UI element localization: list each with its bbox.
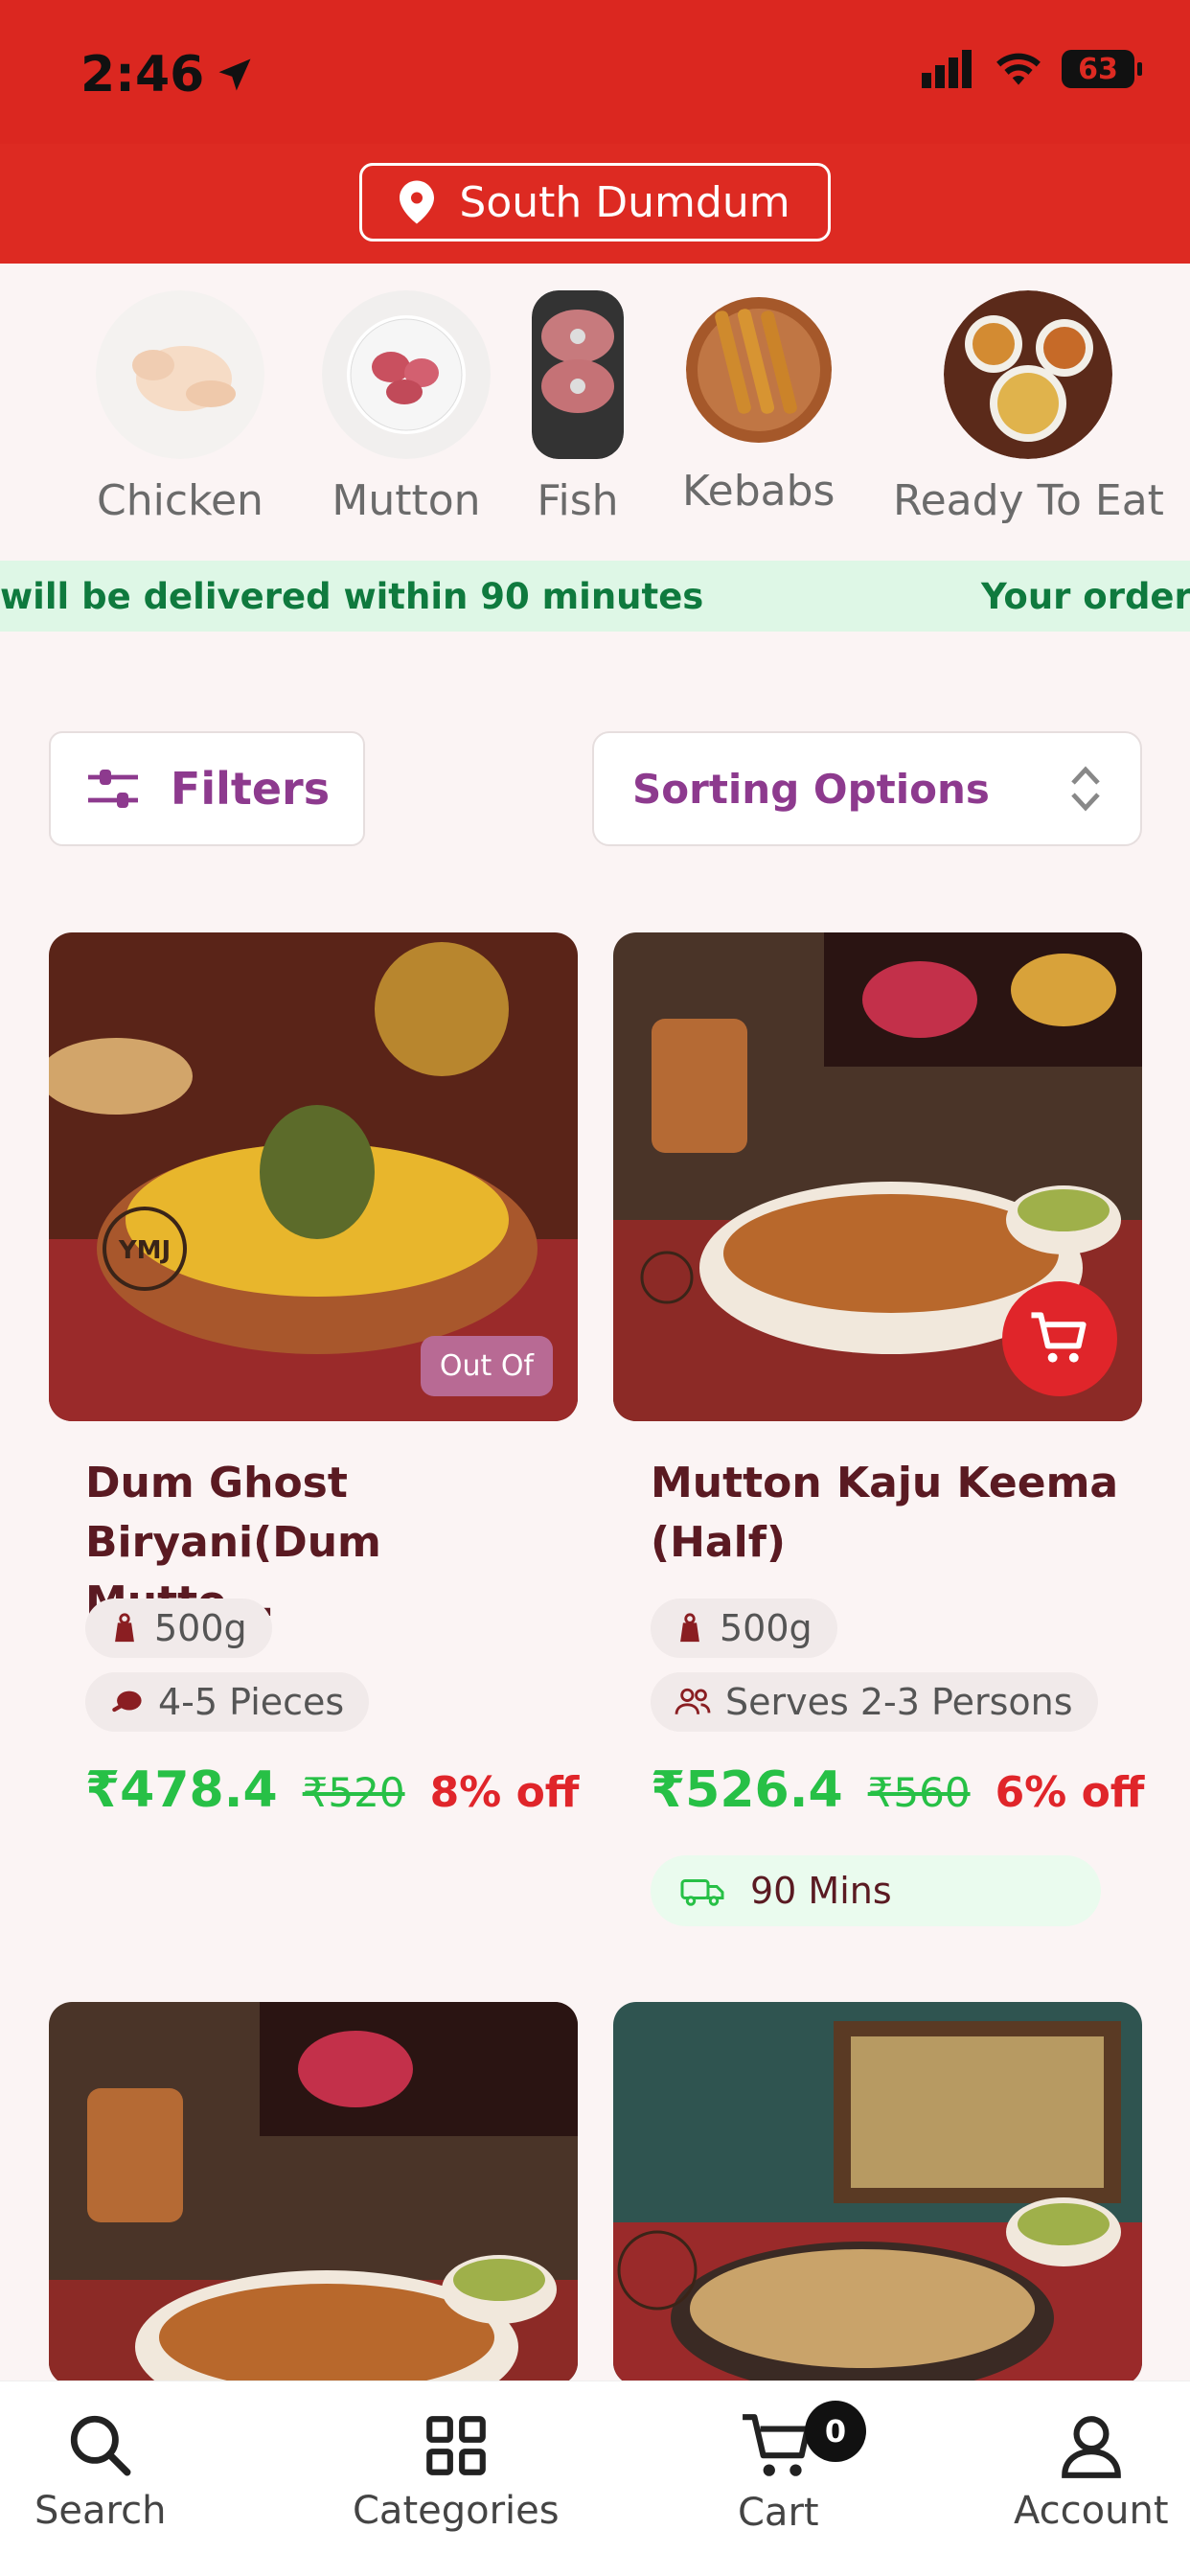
category-chicken[interactable]: Chicken [96, 290, 264, 525]
original-price: ₹560 [867, 1769, 971, 1816]
sale-price: ₹478.4 [85, 1761, 278, 1819]
cart-icon [743, 2414, 812, 2476]
nav-cart[interactable]: Cart 0 [738, 2401, 866, 2535]
filters-label: Filters [170, 763, 331, 815]
sorting-options-select[interactable]: Sorting Options [592, 731, 1142, 846]
battery-level: 63 [1078, 52, 1118, 86]
weight-text: 500g [720, 1607, 812, 1649]
user-icon [1061, 2416, 1121, 2478]
location-selector-button[interactable]: South Dumdum [359, 163, 831, 242]
serves-chip: Serves 2-3 Persons [651, 1672, 1098, 1732]
category-mutton[interactable]: Mutton [322, 290, 491, 525]
product-image[interactable]: YMJ Out Of [49, 932, 578, 1421]
weight-icon [680, 1613, 699, 1643]
original-price: ₹520 [302, 1769, 405, 1816]
category-label: Fish [537, 476, 619, 525]
serves-text: Serves 2-3 Persons [725, 1681, 1073, 1723]
category-label: Mutton [332, 476, 481, 525]
weight-chip: 500g [85, 1598, 272, 1658]
nav-label: Search [34, 2489, 167, 2533]
delivery-time-text: 90 Mins [750, 1870, 892, 1912]
weight-chip: 500g [651, 1598, 837, 1658]
status-icons: 63 [922, 50, 1142, 88]
location-arrow-icon [218, 58, 251, 91]
meat-piece-icon [112, 1690, 142, 1713]
weight-icon [115, 1613, 134, 1643]
nav-categories[interactable]: Categories [353, 2410, 560, 2533]
app-header: 2:46 63 South Dumdum [0, 0, 1190, 264]
status-time-text: 2:46 [80, 46, 205, 104]
battery-icon: 63 [1062, 50, 1142, 88]
sliders-icon [87, 770, 138, 808]
add-to-cart-button[interactable] [1002, 1281, 1117, 1396]
category-label: Ready To Eat [893, 476, 1164, 525]
discount-label: 8% off [429, 1768, 580, 1817]
banner-text-repeat: Your order w [981, 576, 1190, 617]
category-ready-to-eat[interactable]: Ready To Eat [893, 290, 1164, 525]
banner-text: will be delivered within 90 minutes [0, 576, 704, 617]
fish-image [532, 290, 624, 459]
discount-label: 6% off [995, 1768, 1145, 1817]
location-pin-icon [400, 180, 435, 224]
out-of-stock-badge: Out Of [420, 1336, 553, 1396]
people-icon [675, 1688, 711, 1714]
search-icon [70, 2415, 131, 2476]
product-image[interactable] [613, 932, 1142, 1421]
delivery-info-banner: will be delivered within 90 minutes Your… [0, 561, 1190, 632]
nav-label: Account [1014, 2489, 1169, 2533]
ready-to-eat-image [944, 290, 1113, 459]
category-label: Chicken [97, 476, 263, 525]
category-strip: Chicken Mutton Fish Kebabs Ready To Eat [0, 264, 1190, 561]
chevron-up-down-icon [1071, 766, 1100, 812]
bottom-navigation: Search Categories Cart 0 Account [0, 2380, 1190, 2576]
product-name[interactable]: Mutton Kaju Keema (Half) [651, 1454, 1130, 1573]
location-label: South Dumdum [459, 177, 790, 227]
product-image[interactable] [613, 2002, 1142, 2385]
chicken-image [96, 290, 264, 459]
mutton-image [322, 290, 491, 459]
category-label: Kebabs [682, 467, 835, 516]
product-image[interactable] [49, 2002, 578, 2385]
cart-icon [1031, 1312, 1087, 1363]
sort-label: Sorting Options [632, 765, 990, 813]
delivery-time-chip: 90 Mins [651, 1855, 1101, 1926]
kebabs-image [685, 290, 832, 449]
sale-price: ₹526.4 [651, 1761, 843, 1819]
category-fish[interactable]: Fish [532, 290, 624, 525]
nav-label: Cart [738, 2491, 819, 2535]
weight-text: 500g [154, 1607, 247, 1649]
nav-search[interactable]: Search [34, 2410, 166, 2533]
nav-account[interactable]: Account [1014, 2410, 1169, 2533]
price-row: ₹526.4 ₹560 6% off [651, 1761, 1144, 1819]
status-bar: 2:46 63 [0, 0, 1190, 144]
status-time: 2:46 [80, 46, 256, 104]
filters-button[interactable]: Filters [49, 731, 365, 846]
nav-label: Categories [353, 2489, 560, 2533]
price-row: ₹478.4 ₹520 8% off [85, 1761, 579, 1819]
category-kebabs[interactable]: Kebabs [682, 290, 835, 516]
svg-text:YMJ: YMJ [118, 1236, 171, 1265]
grid-icon [425, 2416, 486, 2475]
wifi-icon [996, 53, 1041, 85]
cellular-signal-icon [922, 50, 972, 88]
delivery-truck-icon [680, 1879, 724, 1906]
pieces-chip: 4-5 Pieces [85, 1672, 370, 1732]
pieces-text: 4-5 Pieces [158, 1681, 345, 1723]
cart-count-badge: 0 [805, 2401, 866, 2462]
